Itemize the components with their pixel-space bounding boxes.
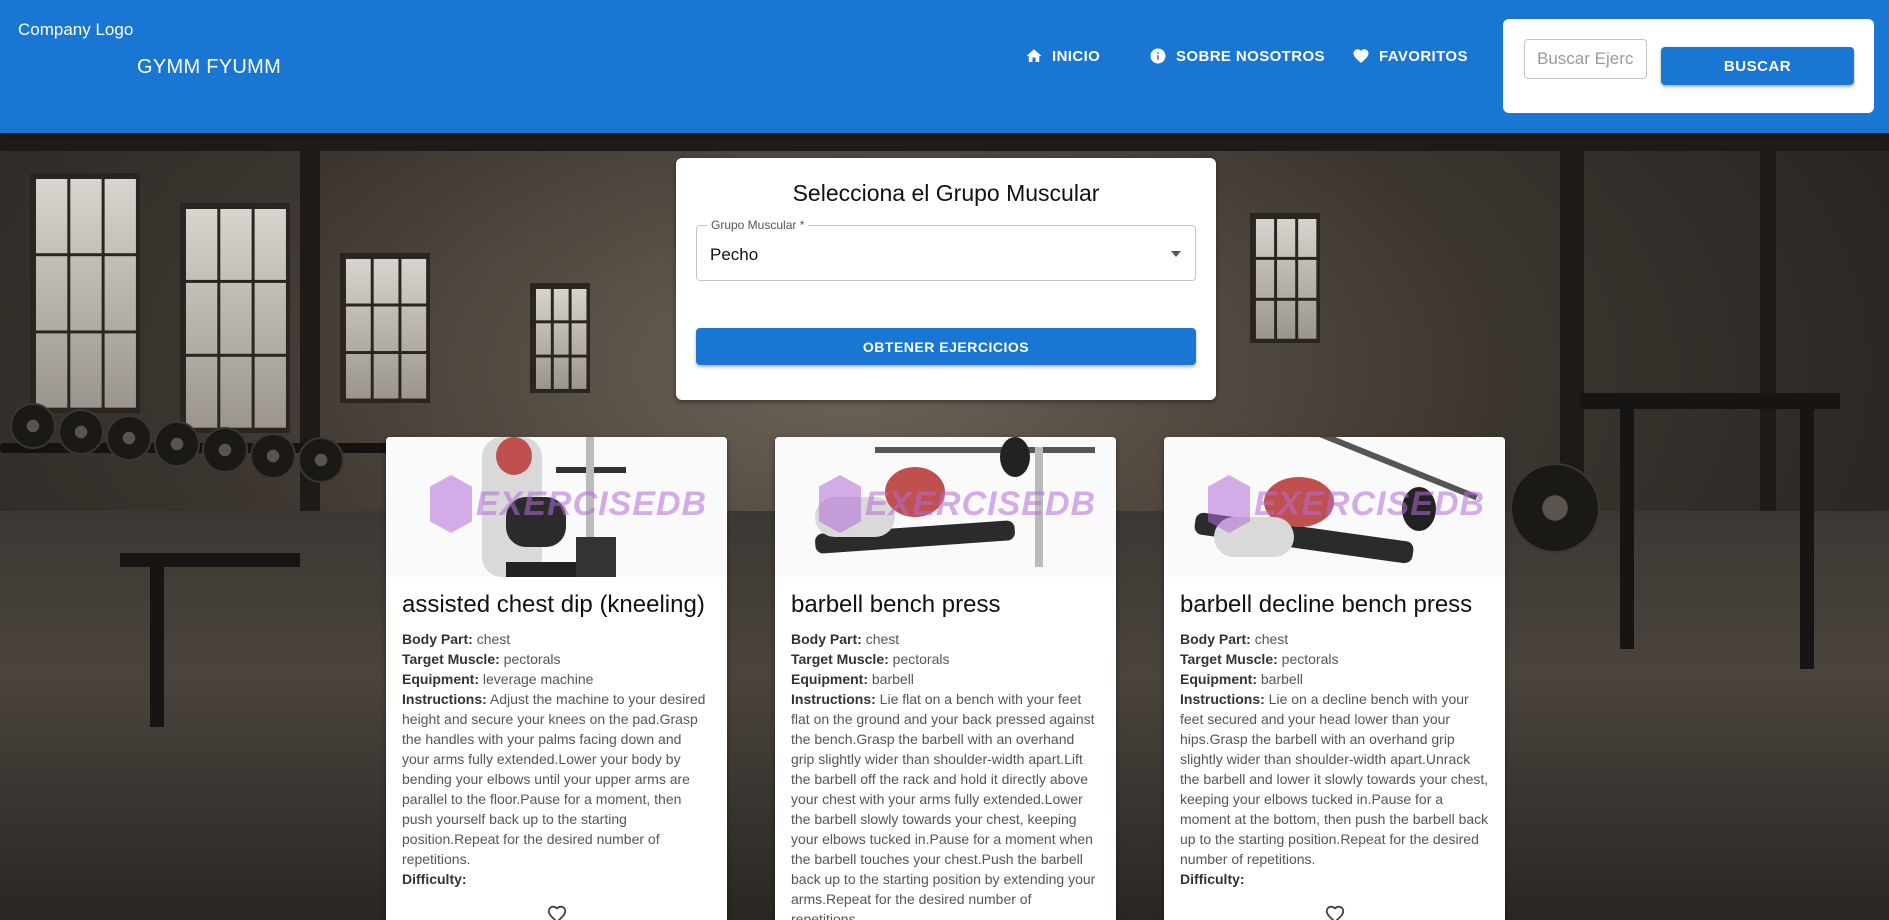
exercise-card: EXERCISEDB assisted chest dip (kneeling)…: [386, 437, 727, 920]
home-icon: [1026, 49, 1042, 62]
exercise-image: EXERCISEDB: [386, 437, 727, 577]
body-part: Body Part: chest: [791, 631, 900, 647]
heart-icon: [1353, 49, 1369, 64]
favorite-heart-icon[interactable]: [1324, 903, 1346, 920]
exercise-image: EXERCISEDB: [1164, 437, 1505, 577]
equipment: Equipment: barbell: [1180, 671, 1303, 687]
brand-title[interactable]: GYMM FYUMM: [137, 56, 281, 79]
nav-favoritos-label: FAVORITOS: [1379, 47, 1468, 65]
panel-title: Selecciona el Grupo Muscular: [792, 180, 1100, 206]
muscle-group-label: Grupo Muscular *: [707, 218, 809, 232]
exercise-card: EXERCISEDB barbell bench press Body Part…: [775, 437, 1116, 920]
difficulty: Difficulty:: [402, 871, 467, 887]
get-exercises-button[interactable]: OBTENER EJERCICIOS: [696, 328, 1196, 365]
difficulty: Difficulty:: [1180, 871, 1245, 887]
info-icon: [1150, 48, 1166, 64]
exercise-card: EXERCISEDB barbell decline bench press B…: [1164, 437, 1505, 920]
nav-sobre-nosotros-label: SOBRE NOSOTROS: [1176, 47, 1325, 65]
nav-inicio-label: INICIO: [1052, 47, 1101, 65]
exercisedb-watermark: EXERCISEDB: [1208, 475, 1485, 533]
target-muscle: Target Muscle: pectorals: [402, 651, 561, 667]
search-panel: BUSCAR: [1503, 19, 1874, 113]
exercise-image: EXERCISEDB: [775, 437, 1116, 577]
nav-inicio[interactable]: INICIO: [1025, 47, 1100, 65]
target-muscle: Target Muscle: pectorals: [1180, 651, 1339, 667]
instructions: Instructions: Lie flat on a bench with y…: [791, 691, 1096, 920]
instructions: Instructions: Lie on a decline bench wit…: [1180, 691, 1489, 867]
company-logo[interactable]: Company Logo: [18, 20, 133, 40]
body-part: Body Part: chest: [402, 631, 511, 647]
search-button[interactable]: BUSCAR: [1661, 47, 1854, 85]
equipment: Equipment: leverage machine: [402, 671, 594, 687]
muscle-group-value: Pecho: [710, 245, 759, 264]
app-bar: Company Logo GYMM FYUMM INICIO SOBRE NOS…: [0, 0, 1889, 133]
muscle-group-panel: Selecciona el Grupo Muscular Grupo Muscu…: [676, 158, 1216, 400]
exercise-name: barbell bench press: [791, 591, 1001, 618]
nav-sobre-nosotros[interactable]: SOBRE NOSOTROS: [1149, 47, 1325, 65]
nav-favoritos[interactable]: FAVORITOS: [1352, 47, 1468, 65]
exercise-name: barbell decline bench press: [1180, 591, 1473, 618]
exercisedb-watermark: EXERCISEDB: [819, 475, 1096, 533]
exercisedb-watermark: EXERCISEDB: [430, 475, 707, 533]
dropdown-arrow-icon[interactable]: [1171, 251, 1181, 257]
search-input[interactable]: [1524, 39, 1647, 79]
body-part: Body Part: chest: [1180, 631, 1289, 647]
target-muscle: Target Muscle: pectorals: [791, 651, 950, 667]
favorite-heart-icon[interactable]: [546, 903, 568, 920]
instructions: Instructions: Adjust the machine to your…: [402, 691, 706, 867]
equipment: Equipment: barbell: [791, 671, 914, 687]
exercise-name: assisted chest dip (kneeling): [402, 591, 705, 618]
muscle-group-select[interactable]: Grupo Muscular * Pecho: [696, 218, 1196, 281]
